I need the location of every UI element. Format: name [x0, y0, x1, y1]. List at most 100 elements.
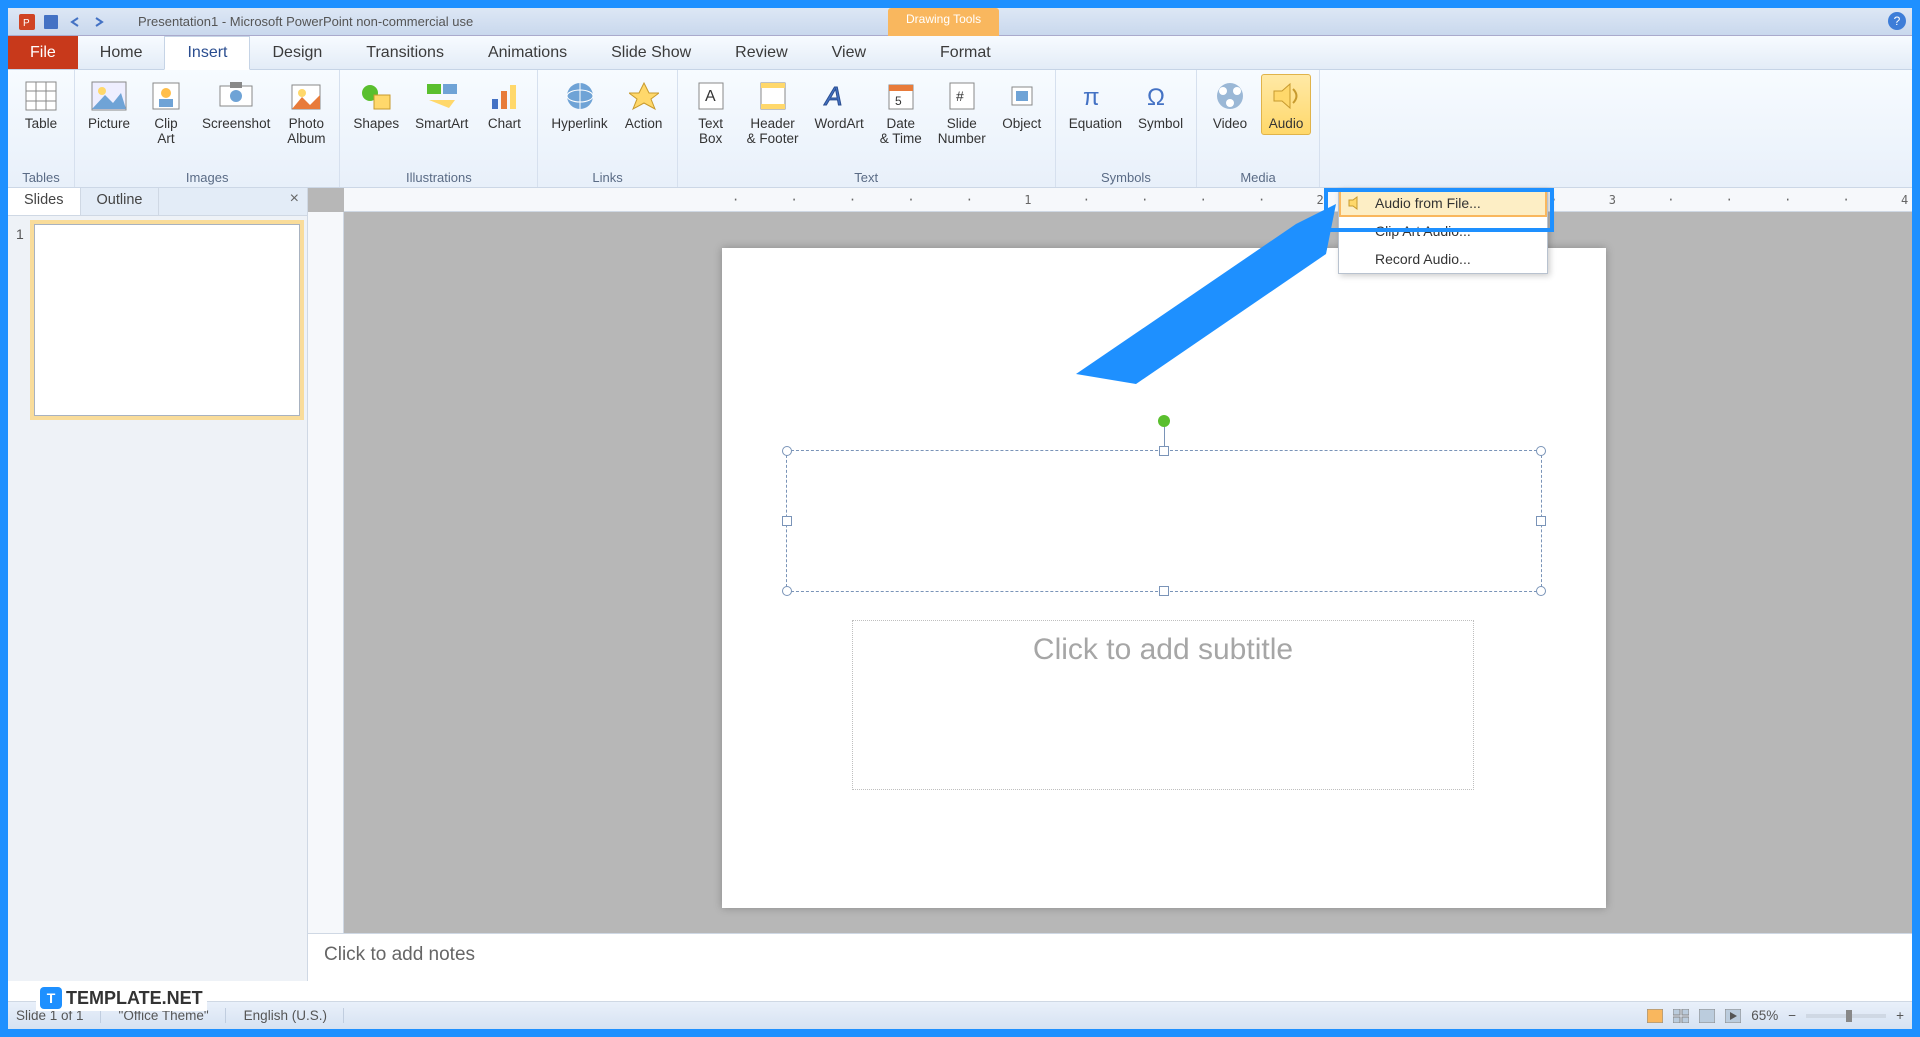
resize-handle-s[interactable]: [1159, 586, 1169, 596]
svg-text:π: π: [1083, 84, 1100, 111]
picture-button[interactable]: Picture: [83, 74, 135, 135]
slidenumber-button[interactable]: #Slide Number: [933, 74, 991, 150]
clipart-icon: [146, 77, 186, 115]
panel-tab-slides[interactable]: Slides: [8, 188, 81, 215]
screenshot-button[interactable]: Screenshot: [197, 74, 275, 135]
slidenumber-icon: #: [942, 77, 982, 115]
audio-button[interactable]: Audio: [1261, 74, 1311, 135]
table-button[interactable]: Table: [16, 74, 66, 135]
resize-handle-se[interactable]: [1536, 586, 1546, 596]
tab-transitions[interactable]: Transitions: [344, 36, 466, 69]
group-links: Hyperlink Action Links: [538, 70, 677, 187]
zoom-out-button[interactable]: −: [1788, 1008, 1796, 1023]
slide-editor: · · · · · 1 · · · · 2 · · · · 3 · · · · …: [308, 188, 1912, 981]
window-title: Presentation1 - Microsoft PowerPoint non…: [138, 14, 473, 29]
view-slideshow-icon[interactable]: [1725, 1009, 1741, 1023]
resize-handle-nw[interactable]: [782, 446, 792, 456]
smartart-icon: [422, 77, 462, 115]
headerfooter-button[interactable]: Header & Footer: [742, 74, 804, 150]
video-button[interactable]: Video: [1205, 74, 1255, 135]
group-label-images: Images: [83, 168, 331, 185]
resize-handle-n[interactable]: [1159, 446, 1169, 456]
object-icon: [1002, 77, 1042, 115]
redo-icon[interactable]: [90, 13, 108, 31]
subtitle-placeholder[interactable]: Click to add subtitle: [852, 620, 1474, 790]
action-icon: [624, 77, 664, 115]
slides-panel: Slides Outline × 1: [8, 188, 308, 981]
panel-tab-outline[interactable]: Outline: [81, 188, 160, 215]
quick-access-toolbar: P: [18, 13, 108, 31]
svg-text:A: A: [823, 81, 842, 111]
slide-canvas[interactable]: Click to add subtitle: [722, 248, 1606, 908]
thumbnail-list: 1: [8, 216, 307, 981]
tab-slideshow[interactable]: Slide Show: [589, 36, 713, 69]
view-sorter-icon[interactable]: [1673, 1009, 1689, 1023]
action-button[interactable]: Action: [619, 74, 669, 135]
textbox-button[interactable]: AText Box: [686, 74, 736, 150]
dropdown-audio-from-file[interactable]: Audio from File...: [1339, 189, 1547, 217]
table-icon: [21, 77, 61, 115]
resize-handle-e[interactable]: [1536, 516, 1546, 526]
tab-insert[interactable]: Insert: [164, 36, 250, 70]
zoom-slider[interactable]: [1806, 1014, 1886, 1018]
group-label-text: Text: [686, 168, 1047, 185]
tab-format[interactable]: Format: [918, 36, 1013, 69]
title-placeholder[interactable]: [786, 450, 1542, 592]
object-button[interactable]: Object: [997, 74, 1047, 135]
headerfooter-icon: [753, 77, 793, 115]
help-icon[interactable]: ?: [1888, 12, 1906, 30]
thumb-number: 1: [16, 226, 24, 242]
symbol-button[interactable]: ΩSymbol: [1133, 74, 1188, 135]
equation-icon: π: [1075, 77, 1115, 115]
resize-handle-w[interactable]: [782, 516, 792, 526]
shapes-button[interactable]: Shapes: [348, 74, 404, 135]
status-lang: English (U.S.): [244, 1008, 344, 1023]
template-logo-icon: T: [40, 987, 62, 1009]
svg-text:P: P: [23, 18, 30, 29]
group-label-illustrations: Illustrations: [348, 168, 529, 185]
chart-icon: [484, 77, 524, 115]
notes-pane[interactable]: Click to add notes: [308, 933, 1912, 981]
photoalbum-icon: [286, 77, 326, 115]
tab-home[interactable]: Home: [78, 36, 165, 69]
tab-animations[interactable]: Animations: [466, 36, 589, 69]
equation-button[interactable]: πEquation: [1064, 74, 1127, 135]
view-normal-icon[interactable]: [1647, 1009, 1663, 1023]
screenshot-icon: [216, 77, 256, 115]
panel-close-button[interactable]: ×: [282, 188, 307, 215]
chart-button[interactable]: Chart: [479, 74, 529, 135]
datetime-button[interactable]: 5Date & Time: [875, 74, 927, 150]
ribbon: Table Tables Picture Clip Art Screenshot…: [8, 70, 1912, 188]
rotation-handle[interactable]: [1158, 415, 1170, 427]
tab-view[interactable]: View: [810, 36, 888, 69]
tab-file[interactable]: File: [8, 36, 78, 69]
titlebar: P Presentation1 - Microsoft PowerPoint n…: [8, 8, 1912, 36]
view-reading-icon[interactable]: [1699, 1009, 1715, 1023]
svg-text:A: A: [705, 88, 716, 105]
group-images: Picture Clip Art Screenshot Photo Album …: [75, 70, 340, 187]
save-icon[interactable]: [42, 13, 60, 31]
hyperlink-button[interactable]: Hyperlink: [546, 74, 612, 135]
photoalbum-button[interactable]: Photo Album: [281, 74, 331, 150]
symbol-icon: Ω: [1141, 77, 1181, 115]
zoom-in-button[interactable]: +: [1896, 1008, 1904, 1023]
tab-review[interactable]: Review: [713, 36, 809, 69]
audio-file-icon: [1347, 195, 1365, 213]
wordart-button[interactable]: AWordArt: [809, 74, 868, 135]
smartart-button[interactable]: SmartArt: [410, 74, 473, 135]
resize-handle-ne[interactable]: [1536, 446, 1546, 456]
tab-design[interactable]: Design: [250, 36, 344, 69]
resize-handle-sw[interactable]: [782, 586, 792, 596]
svg-text:5: 5: [895, 94, 902, 108]
slide-thumbnail-1[interactable]: [34, 224, 300, 416]
zoom-level[interactable]: 65%: [1751, 1008, 1778, 1023]
workspace: Slides Outline × 1 · · · · · 1 · · · · 2…: [8, 188, 1912, 981]
dropdown-record-audio[interactable]: Record Audio...: [1339, 245, 1547, 273]
video-icon: [1210, 77, 1250, 115]
template-badge: T TEMPLATE.NET: [36, 985, 207, 1011]
undo-icon[interactable]: [66, 13, 84, 31]
wordart-icon: A: [819, 77, 859, 115]
clipart-button[interactable]: Clip Art: [141, 74, 191, 150]
dropdown-clipart-audio[interactable]: Clip Art Audio...: [1339, 217, 1547, 245]
status-bar: Slide 1 of 1 "Office Theme" English (U.S…: [8, 1001, 1912, 1029]
